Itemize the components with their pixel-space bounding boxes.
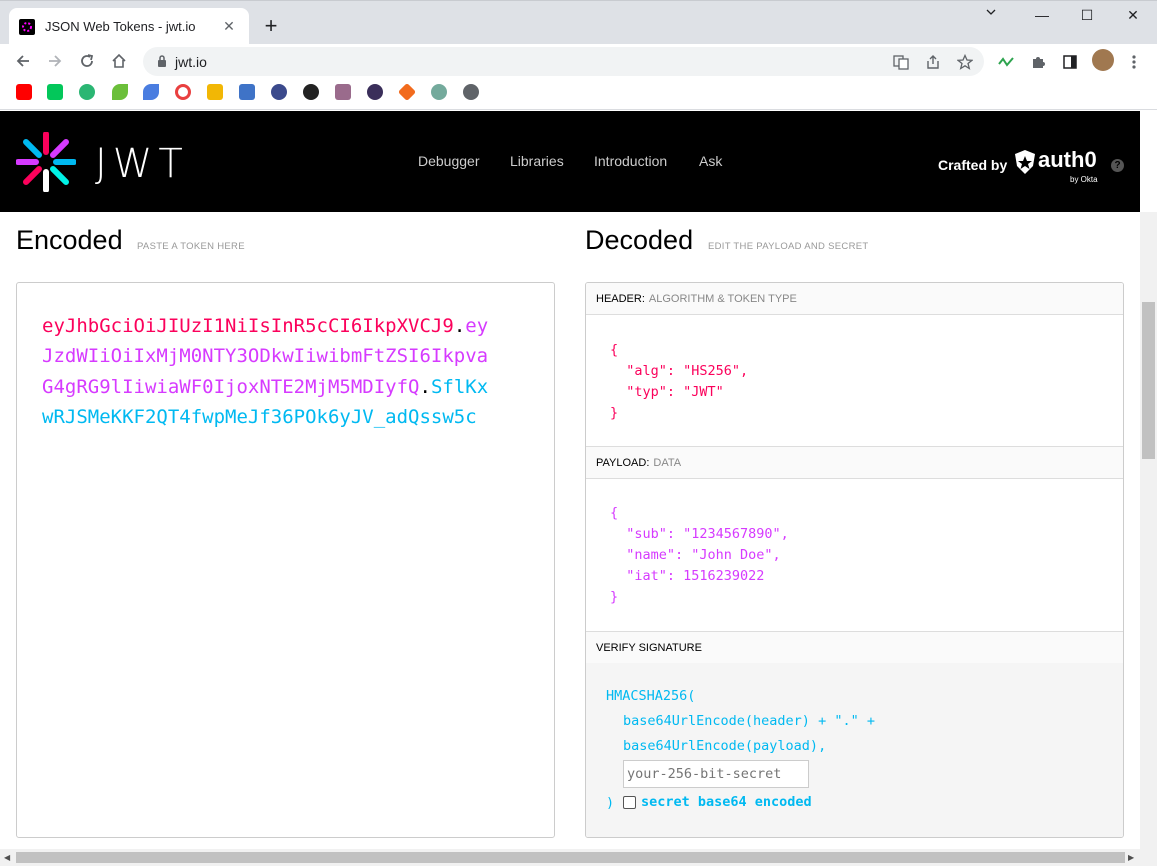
payload-section-title: PAYLOAD: DATA [586,447,1123,479]
home-icon[interactable] [106,48,132,74]
auth0-logo-text[interactable]: auth0 [1038,147,1097,173]
close-window-button[interactable]: ✕ [1110,7,1156,24]
base64-encoded-checkbox[interactable] [623,796,636,809]
verify-label: VERIFY SIGNATURE [596,642,702,654]
hmac-close: ) [606,795,615,811]
encoded-title: Encoded [16,225,123,255]
token-dot: . [453,315,466,337]
bookmark-dark-icon[interactable] [367,84,383,100]
back-icon[interactable] [10,48,36,74]
maximize-button[interactable]: ☐ [1064,7,1110,24]
scroll-left-icon[interactable]: ◀ [4,853,10,862]
site-header: JWT Debugger Libraries Introduction Ask … [0,111,1140,212]
side-panel-icon[interactable] [1060,52,1080,72]
tab-close-icon[interactable]: ✕ [219,18,239,35]
chatgpt-icon[interactable] [431,84,447,100]
minimize-button[interactable]: — [1019,7,1065,23]
header-section-title: HEADER: ALGORITHM & TOKEN TYPE [586,283,1123,315]
tripadvisor-icon[interactable] [271,84,287,100]
payload-label: PAYLOAD: [596,457,650,469]
header-json-editor[interactable]: { "alg": "HS256", "typ": "JWT" } [610,340,748,424]
encode-header-line: base64UrlEncode(header) + "." + [623,713,875,729]
tab-title: JSON Web Tokens - jwt.io [45,19,196,34]
nav-libraries[interactable]: Libraries [510,153,564,169]
extension-green-icon[interactable] [996,52,1016,72]
youtube-icon[interactable] [16,84,32,100]
extensions-puzzle-icon[interactable] [1028,52,1048,72]
horizontal-scroll-thumb[interactable] [16,852,1125,863]
encode-payload-line: base64UrlEncode(payload), [623,738,827,754]
encoded-subtitle: PASTE A TOKEN HERE [137,241,245,252]
leaf-icon[interactable] [112,84,128,100]
address-bar[interactable]: jwt.io [143,47,984,76]
bookmark-green-icon[interactable] [79,84,95,100]
vertical-scroll-thumb[interactable] [1142,302,1155,459]
jwt-logo-icon[interactable] [16,132,76,192]
verify-section-title: VERIFY SIGNATURE [586,632,1123,664]
share-icon[interactable] [923,52,943,72]
hmac-open: HMACSHA256( [606,688,696,704]
chevron-down-icon[interactable] [968,5,1014,21]
verify-signature-body: HMACSHA256( base64UrlEncode(header) + ".… [586,663,1123,837]
translate-icon[interactable] [891,52,911,72]
encoded-token[interactable]: eyJhbGciOiJIUzI1NiIsInR5cCI6IkpXVCJ9.eyJ… [42,311,492,433]
token-dot: . [419,375,431,398]
header-sublabel: ALGORITHM & TOKEN TYPE [648,293,797,305]
github-icon[interactable] [303,84,319,100]
scroll-right-icon[interactable]: ▶ [1128,853,1134,862]
url-text[interactable]: jwt.io [175,54,207,70]
browser-toolbar: jwt.io [0,44,1157,78]
jwt-logo-text[interactable]: JWT [95,141,189,187]
feather-icon[interactable] [143,84,159,100]
profile-avatar[interactable] [1092,49,1114,71]
decoded-title: Decoded [585,225,694,255]
naver-icon[interactable] [47,84,63,100]
base64-encoded-label[interactable]: secret base64 encoded [641,794,812,810]
lifebuoy-icon[interactable] [175,84,191,100]
classroom-icon[interactable] [207,84,223,100]
token-header-part: eyJhbGciOiJIUzI1NiIsInR5cCI6IkpXVCJ9 [42,315,454,337]
bookmark-star-icon[interactable] [955,52,975,72]
forward-icon[interactable] [42,48,68,74]
browser-tab[interactable]: JSON Web Tokens - jwt.io ✕ [9,8,249,45]
nav-ask[interactable]: Ask [699,153,722,169]
bookmark-orange-icon[interactable] [397,82,417,102]
jwt-favicon-icon [19,18,35,35]
tab-bar: JSON Web Tokens - jwt.io ✕ + — ☐ ✕ [0,0,1157,45]
payload-json-editor[interactable]: { "sub": "1234567890", "name": "John Doe… [610,503,789,608]
nav-introduction[interactable]: Introduction [594,153,667,169]
bookmark-photo-icon[interactable] [335,84,351,100]
by-okta-label: by Okta [1070,175,1098,184]
auth0-shield-icon[interactable] [1013,149,1037,175]
nav-debugger[interactable]: Debugger [418,153,480,169]
secret-input[interactable] [623,760,809,788]
crafted-by-label: Crafted by [938,157,1008,173]
payload-sublabel: DATA [653,457,682,469]
globe-icon[interactable] [463,84,479,100]
new-tab-button[interactable]: + [258,13,284,39]
help-icon[interactable]: ? [1111,159,1124,172]
kebab-menu-icon[interactable] [1124,52,1144,72]
decoded-subtitle: EDIT THE PAYLOAD AND SECRET [708,241,869,252]
reload-icon[interactable] [74,48,100,74]
lock-icon[interactable] [156,54,168,73]
bookmarks-bar [0,78,1157,110]
horizontal-scrollbar[interactable]: ◀ ▶ [0,849,1157,866]
decoded-panel: HEADER: ALGORITHM & TOKEN TYPE { "alg": "… [585,282,1124,838]
bookmark-blue-icon[interactable] [239,84,255,100]
encoded-token-textarea[interactable]: eyJhbGciOiJIUzI1NiIsInR5cCI6IkpXVCJ9.eyJ… [16,282,555,838]
header-label: HEADER: [596,293,645,305]
vertical-scrollbar[interactable] [1140,212,1157,849]
